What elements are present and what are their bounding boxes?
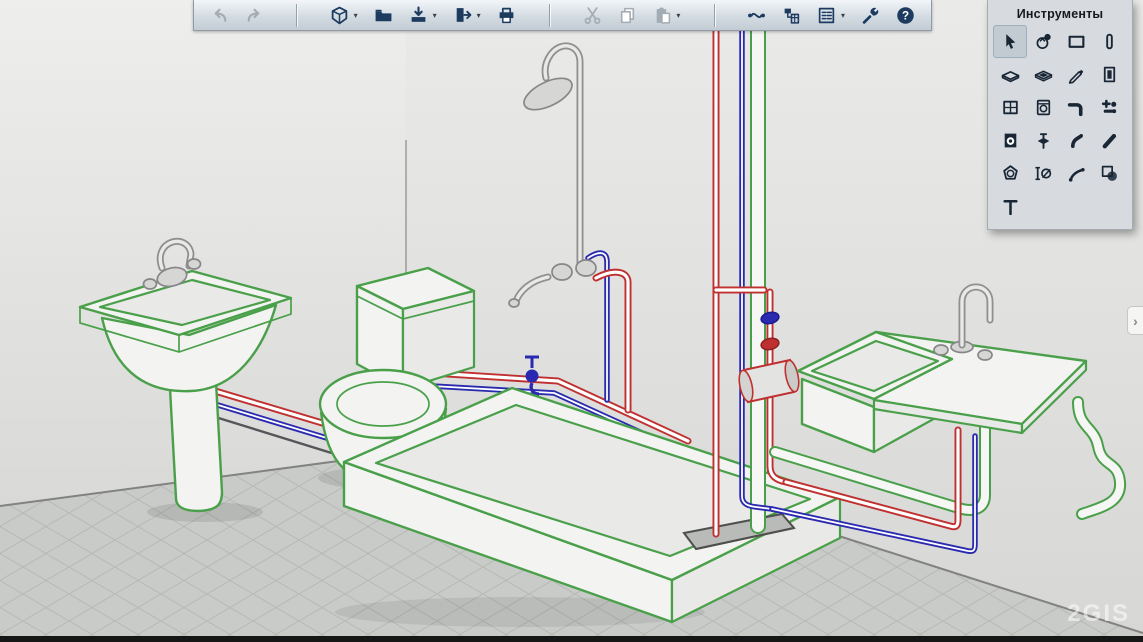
export-button[interactable] xyxy=(450,3,476,27)
cube-icon xyxy=(330,6,349,25)
redo-icon xyxy=(245,6,264,25)
tool-slab-offset[interactable] xyxy=(1027,59,1059,90)
panel-expand-tab[interactable]: › xyxy=(1127,306,1143,335)
toolbar-group-3: ▾ xyxy=(579,3,684,27)
slab2-icon xyxy=(1034,65,1053,84)
tools-panel-title: Инструменты xyxy=(988,0,1132,26)
new-model-dropdown-caret[interactable]: ▾ xyxy=(354,11,362,20)
app-window: 2GIS ▾▾▾▾▾? Инструменты › xyxy=(0,0,1143,642)
import-button[interactable] xyxy=(406,3,432,27)
tool-pipe-joint[interactable] xyxy=(1060,125,1092,156)
main-toolbar: ▾▾▾▾▾? xyxy=(193,0,932,31)
help-button[interactable]: ? xyxy=(893,3,919,27)
merge-icon xyxy=(1100,164,1119,183)
print-icon xyxy=(497,6,516,25)
paste-button[interactable] xyxy=(649,3,675,27)
chevron-right-icon: › xyxy=(1133,313,1138,329)
rect-icon xyxy=(1067,32,1086,51)
tool-shape-merge[interactable] xyxy=(1093,158,1125,189)
tool-text[interactable] xyxy=(994,191,1026,222)
import-dropdown-caret[interactable]: ▾ xyxy=(433,11,441,20)
tool-dimension-diameter[interactable] xyxy=(1027,158,1059,189)
redo-button[interactable] xyxy=(241,3,267,27)
new-model-button[interactable] xyxy=(327,3,353,27)
components-button[interactable] xyxy=(779,3,805,27)
folder-icon xyxy=(374,6,393,25)
save-icon xyxy=(409,6,428,25)
window-icon xyxy=(1001,98,1020,117)
tool-valve[interactable] xyxy=(1027,125,1059,156)
tool-pipe-bend[interactable] xyxy=(1060,158,1092,189)
wrench-icon xyxy=(861,6,880,25)
toolbar-separator xyxy=(296,4,297,27)
open-button[interactable] xyxy=(371,3,397,27)
cut-button[interactable] xyxy=(579,3,605,27)
pipe-icon xyxy=(1100,131,1119,150)
pencil-icon xyxy=(1067,65,1086,84)
report-button[interactable] xyxy=(814,3,840,27)
watermark: 2GIS xyxy=(1067,600,1130,627)
undo-icon xyxy=(210,6,229,25)
spline-button[interactable] xyxy=(744,3,770,27)
tool-plumbing-fixture[interactable] xyxy=(1027,92,1059,123)
tools-grid xyxy=(988,26,1132,222)
toolbar-separator xyxy=(714,4,715,27)
column-icon xyxy=(1100,32,1119,51)
tool-washing-machine[interactable] xyxy=(994,125,1026,156)
rotate-icon xyxy=(1034,32,1053,51)
tool-door[interactable] xyxy=(1093,59,1125,90)
polygon-icon xyxy=(1001,164,1020,183)
joint-icon xyxy=(1067,131,1086,150)
export-icon xyxy=(453,6,472,25)
tool-column[interactable] xyxy=(1093,26,1125,57)
cursor-icon xyxy=(1001,32,1020,51)
report-dropdown-caret[interactable]: ▾ xyxy=(841,11,849,20)
print-button[interactable] xyxy=(494,3,520,27)
toolbar-separator xyxy=(549,4,550,27)
toolbar-group-2: ▾ ▾ ▾ xyxy=(327,3,520,27)
spline-icon xyxy=(747,6,766,25)
tool-pipe[interactable] xyxy=(1093,125,1125,156)
paste-icon xyxy=(653,6,672,25)
valve-icon xyxy=(1034,131,1053,150)
settings-button[interactable] xyxy=(858,3,884,27)
tool-rectangle[interactable] xyxy=(1060,26,1092,57)
bottom-bar xyxy=(0,636,1143,642)
tool-select[interactable] xyxy=(994,26,1026,57)
tool-pencil[interactable] xyxy=(1060,59,1092,90)
slab-icon xyxy=(1001,65,1020,84)
tools-panel: Инструменты xyxy=(987,0,1133,230)
copy-icon xyxy=(618,6,637,25)
fittings-icon xyxy=(1100,98,1119,117)
undo-button[interactable] xyxy=(206,3,232,27)
washer-icon xyxy=(1001,131,1020,150)
bend-icon xyxy=(1067,164,1086,183)
export-dropdown-caret[interactable]: ▾ xyxy=(477,11,485,20)
tool-polygon[interactable] xyxy=(994,158,1026,189)
door-icon xyxy=(1100,65,1119,84)
tool-pipe-fittings[interactable] xyxy=(1093,92,1125,123)
toolbar-group-1 xyxy=(206,3,267,27)
components-icon xyxy=(782,6,801,25)
report-icon xyxy=(817,6,836,25)
tool-window[interactable] xyxy=(994,92,1026,123)
viewport-3d[interactable]: 2GIS xyxy=(0,0,1143,642)
paste-dropdown-caret[interactable]: ▾ xyxy=(676,11,684,20)
copy-button[interactable] xyxy=(614,3,640,27)
tool-orbit-materials[interactable] xyxy=(1027,26,1059,57)
toolbar-group-4: ▾? xyxy=(744,3,919,27)
text-icon xyxy=(1001,197,1020,216)
help-icon: ? xyxy=(896,6,915,25)
dimension-icon xyxy=(1034,164,1053,183)
elbow-icon xyxy=(1067,98,1086,117)
tool-pipe-elbow[interactable] xyxy=(1060,92,1092,123)
fixture-icon xyxy=(1034,98,1053,117)
cut-icon xyxy=(583,6,602,25)
svg-text:?: ? xyxy=(902,9,909,22)
tool-slab[interactable] xyxy=(994,59,1026,90)
